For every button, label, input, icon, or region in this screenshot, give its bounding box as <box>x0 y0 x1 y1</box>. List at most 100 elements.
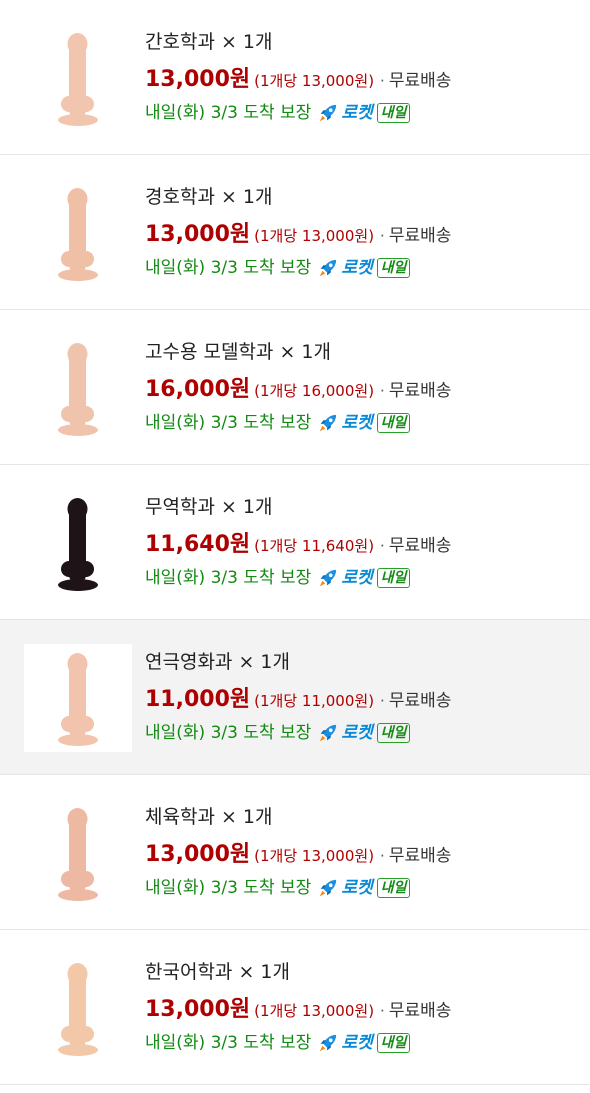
rocket-label: 로켓 <box>341 723 373 743</box>
separator-dot: · <box>380 1002 385 1020</box>
tomorrow-badge: 내일 <box>376 568 411 588</box>
product-illustration <box>58 963 98 1056</box>
order-item[interactable]: 연극영화과 × 1개 11,000원 (1개당 11,000원) · 무료배송 내일(… <box>0 620 590 775</box>
tomorrow-badge: 내일 <box>376 258 411 278</box>
order-item[interactable]: 경호학과 × 1개 13,000원 (1개당 13,000원) · 무료배송 내일(화… <box>0 155 590 310</box>
rocket-icon <box>317 257 339 279</box>
product-illustration <box>58 808 98 901</box>
shipping-label: 무료배송 <box>388 536 452 556</box>
product-image[interactable] <box>24 644 132 752</box>
product-title[interactable]: 연극영화과 × 1개 <box>145 648 580 676</box>
product-title[interactable]: 고수용 모델학과 × 1개 <box>145 338 580 366</box>
delivery-row: 내일(화) 3/3 도착 보장 로켓 내일 <box>145 565 580 591</box>
delivery-row: 내일(화) 3/3 도착 보장 로켓 내일 <box>145 100 580 126</box>
price-row: 13,000원 (1개당 13,000원) · 무료배송 <box>145 220 580 251</box>
order-item[interactable]: 한국어학과 × 1개 13,000원 (1개당 13,000원) · 무료배송 내일(… <box>0 930 590 1085</box>
price: 11,000원 <box>145 687 251 712</box>
price-row: 13,000원 (1개당 13,000원) · 무료배송 <box>145 840 580 871</box>
rocket-label: 로켓 <box>341 413 373 433</box>
unit-price: (1개당 11,000원) <box>254 692 375 710</box>
product-image[interactable] <box>24 799 132 907</box>
shipping-label: 무료배송 <box>388 691 452 711</box>
separator-dot: · <box>380 227 385 245</box>
delivery-row: 내일(화) 3/3 도착 보장 로켓 내일 <box>145 410 580 436</box>
price-row: 11,000원 (1개당 11,000원) · 무료배송 <box>145 685 580 716</box>
product-illustration <box>58 498 98 591</box>
separator-dot: · <box>380 847 385 865</box>
product-info: 경호학과 × 1개 13,000원 (1개당 13,000원) · 무료배송 내일(화… <box>145 183 580 281</box>
product-illustration <box>58 188 98 281</box>
product-title[interactable]: 간호학과 × 1개 <box>145 28 580 56</box>
shipping-label: 무료배송 <box>388 71 452 91</box>
product-info: 고수용 모델학과 × 1개 16,000원 (1개당 16,000원) · 무료배송 … <box>145 338 580 436</box>
order-item[interactable]: 간호학과 × 1개 13,000원 (1개당 13,000원) · 무료배송 내일(화… <box>0 0 590 155</box>
price: 13,000원 <box>145 222 251 247</box>
tomorrow-badge: 내일 <box>376 1033 411 1053</box>
rocket-label: 로켓 <box>341 1033 373 1053</box>
product-illustration <box>58 33 98 126</box>
separator-dot: · <box>380 692 385 710</box>
product-title[interactable]: 경호학과 × 1개 <box>145 183 580 211</box>
delivery-guarantee: 내일(화) 3/3 도착 보장 <box>145 103 312 123</box>
tomorrow-badge: 내일 <box>376 103 411 123</box>
rocket-label: 로켓 <box>341 878 373 898</box>
product-image[interactable] <box>24 489 132 597</box>
unit-price: (1개당 13,000원) <box>254 1002 375 1020</box>
delivery-guarantee: 내일(화) 3/3 도착 보장 <box>145 258 312 278</box>
rocket-label: 로켓 <box>341 258 373 278</box>
product-info: 연극영화과 × 1개 11,000원 (1개당 11,000원) · 무료배송 내일(… <box>145 648 580 746</box>
separator-dot: · <box>380 537 385 555</box>
price-row: 11,640원 (1개당 11,640원) · 무료배송 <box>145 530 580 561</box>
price: 13,000원 <box>145 842 251 867</box>
price: 13,000원 <box>145 997 251 1022</box>
product-illustration <box>58 343 98 436</box>
rocket-icon <box>317 877 339 899</box>
rocket-icon <box>317 567 339 589</box>
order-item[interactable]: 무역학과 × 1개 11,640원 (1개당 11,640원) · 무료배송 내일(화… <box>0 465 590 620</box>
unit-price: (1개당 13,000원) <box>254 72 375 90</box>
shipping-label: 무료배송 <box>388 226 452 246</box>
product-info: 한국어학과 × 1개 13,000원 (1개당 13,000원) · 무료배송 내일(… <box>145 958 580 1056</box>
price-row: 13,000원 (1개당 13,000원) · 무료배송 <box>145 995 580 1026</box>
shipping-label: 무료배송 <box>388 381 452 401</box>
delivery-guarantee: 내일(화) 3/3 도착 보장 <box>145 878 312 898</box>
rocket-icon <box>317 722 339 744</box>
tomorrow-badge: 내일 <box>376 413 411 433</box>
product-info: 체육학과 × 1개 13,000원 (1개당 13,000원) · 무료배송 내일(화… <box>145 803 580 901</box>
rocket-label: 로켓 <box>341 103 373 123</box>
product-info: 무역학과 × 1개 11,640원 (1개당 11,640원) · 무료배송 내일(화… <box>145 493 580 591</box>
delivery-row: 내일(화) 3/3 도착 보장 로켓 내일 <box>145 1030 580 1056</box>
product-image[interactable] <box>24 334 132 442</box>
price: 11,640원 <box>145 532 251 557</box>
delivery-guarantee: 내일(화) 3/3 도착 보장 <box>145 568 312 588</box>
order-item-list: 간호학과 × 1개 13,000원 (1개당 13,000원) · 무료배송 내일(화… <box>0 0 590 1085</box>
delivery-row: 내일(화) 3/3 도착 보장 로켓 내일 <box>145 255 580 281</box>
delivery-row: 내일(화) 3/3 도착 보장 로켓 내일 <box>145 720 580 746</box>
product-image[interactable] <box>24 24 132 132</box>
price-row: 16,000원 (1개당 16,000원) · 무료배송 <box>145 375 580 406</box>
rocket-icon <box>317 412 339 434</box>
rocket-icon <box>317 102 339 124</box>
product-title[interactable]: 체육학과 × 1개 <box>145 803 580 831</box>
rocket-label: 로켓 <box>341 568 373 588</box>
product-image[interactable] <box>24 179 132 287</box>
tomorrow-badge: 내일 <box>376 723 411 743</box>
order-item[interactable]: 체육학과 × 1개 13,000원 (1개당 13,000원) · 무료배송 내일(화… <box>0 775 590 930</box>
product-title[interactable]: 무역학과 × 1개 <box>145 493 580 521</box>
separator-dot: · <box>380 72 385 90</box>
order-item[interactable]: 고수용 모델학과 × 1개 16,000원 (1개당 16,000원) · 무료배송 … <box>0 310 590 465</box>
delivery-guarantee: 내일(화) 3/3 도착 보장 <box>145 723 312 743</box>
product-image[interactable] <box>24 954 132 1062</box>
price-row: 13,000원 (1개당 13,000원) · 무료배송 <box>145 65 580 96</box>
product-info: 간호학과 × 1개 13,000원 (1개당 13,000원) · 무료배송 내일(화… <box>145 28 580 126</box>
shipping-label: 무료배송 <box>388 1001 452 1021</box>
unit-price: (1개당 11,640원) <box>254 537 375 555</box>
product-illustration <box>58 653 98 746</box>
price: 13,000원 <box>145 67 251 92</box>
delivery-row: 내일(화) 3/3 도착 보장 로켓 내일 <box>145 875 580 901</box>
separator-dot: · <box>380 382 385 400</box>
unit-price: (1개당 13,000원) <box>254 227 375 245</box>
product-title[interactable]: 한국어학과 × 1개 <box>145 958 580 986</box>
delivery-guarantee: 내일(화) 3/3 도착 보장 <box>145 413 312 433</box>
unit-price: (1개당 13,000원) <box>254 847 375 865</box>
